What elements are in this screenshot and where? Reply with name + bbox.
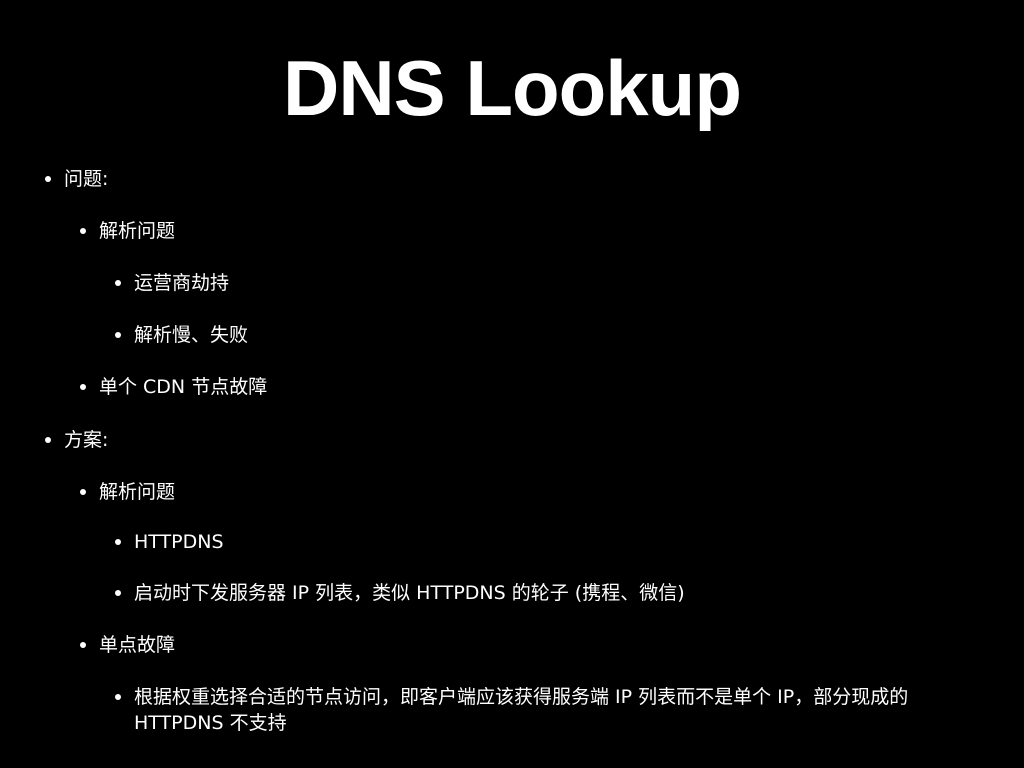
bullet-text: 问题: bbox=[64, 168, 109, 190]
slide-title: DNS Lookup bbox=[283, 44, 742, 132]
bullet-dot-icon bbox=[45, 176, 51, 182]
bullet-text: 启动时下发服务器 IP 列表，类似 HTTPDNS 的轮子 (携程、微信) bbox=[134, 582, 685, 604]
bullet-solution: 方案: bbox=[45, 427, 109, 453]
bullet-cdn-failure: 单个 CDN 节点故障 bbox=[80, 374, 268, 400]
bullet-slow-fail: 解析慢、失败 bbox=[115, 322, 249, 348]
bullet-text: 单个 CDN 节点故障 bbox=[99, 376, 268, 398]
bullet-text: 方案: bbox=[64, 429, 109, 451]
bullet-dot-icon bbox=[115, 280, 121, 286]
bullet-text-continued: HTTPDNS 不支持 bbox=[134, 712, 287, 734]
bullet-text: HTTPDNS bbox=[134, 531, 224, 553]
bullet-dot-icon bbox=[115, 539, 121, 545]
bullet-dot-icon bbox=[80, 384, 86, 390]
bullet-text: 运营商劫持 bbox=[134, 272, 230, 294]
bullet-dot-icon bbox=[115, 694, 121, 700]
bullet-text: 根据权重选择合适的节点访问，即客户端应该获得服务端 IP 列表而不是单个 IP，… bbox=[134, 686, 909, 708]
bullet-dot-icon bbox=[80, 489, 86, 495]
bullet-dot-icon bbox=[80, 228, 86, 234]
bullet-dot-icon bbox=[45, 437, 51, 443]
bullet-ip-list: 启动时下发服务器 IP 列表，类似 HTTPDNS 的轮子 (携程、微信) bbox=[115, 580, 685, 606]
bullet-text: 解析问题 bbox=[99, 220, 176, 242]
bullet-text: 解析问题 bbox=[99, 481, 176, 503]
bullet-problem: 问题: bbox=[45, 166, 109, 192]
slide: DNS Lookup 问题: 解析问题 运营商劫持 解析慢、失败 单个 CDN … bbox=[0, 0, 1024, 768]
bullet-isp-hijack: 运营商劫持 bbox=[115, 270, 230, 296]
bullet-dot-icon bbox=[115, 332, 121, 338]
bullet-resolve-problem: 解析问题 bbox=[80, 218, 176, 244]
bullet-weighted-nodes: 根据权重选择合适的节点访问，即客户端应该获得服务端 IP 列表而不是单个 IP，… bbox=[115, 684, 994, 736]
bullet-single-point: 单点故障 bbox=[80, 632, 176, 658]
bullet-text: 单点故障 bbox=[99, 634, 176, 656]
bullet-httpdns: HTTPDNS bbox=[115, 529, 224, 555]
bullet-dot-icon bbox=[115, 590, 121, 596]
bullet-dot-icon bbox=[80, 642, 86, 648]
bullet-resolve-solution: 解析问题 bbox=[80, 479, 176, 505]
bullet-text: 解析慢、失败 bbox=[134, 324, 249, 346]
